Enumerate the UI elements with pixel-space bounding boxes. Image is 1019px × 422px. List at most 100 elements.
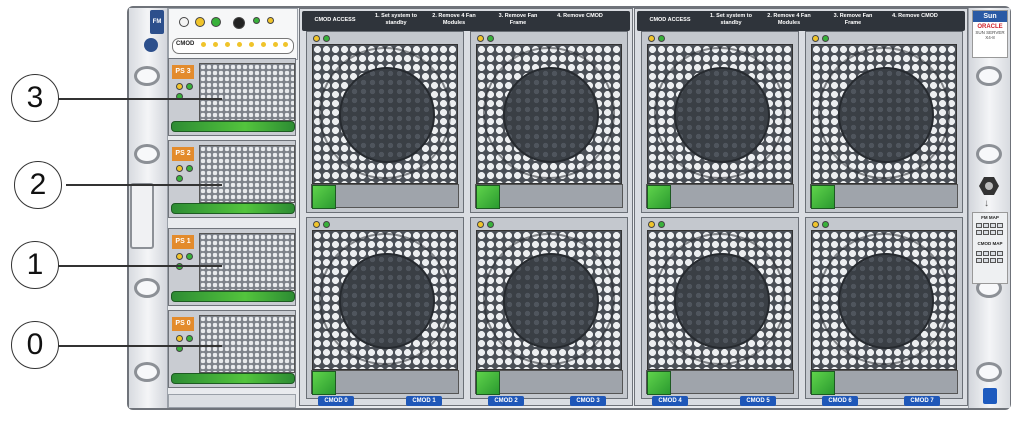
intel-logo-icon <box>983 388 997 404</box>
fan-hub-icon <box>339 67 435 163</box>
psu-status-leds <box>174 335 194 365</box>
fm-tab: FM <box>150 10 164 34</box>
fan-module[interactable] <box>641 217 799 399</box>
fan-handle[interactable] <box>311 184 459 209</box>
fm-cmod-map-panel: FM MAP CMOD MAP <box>972 212 1008 284</box>
cmod-access-step: 1. Set system to standby <box>375 13 417 26</box>
fan-handle[interactable] <box>810 184 958 209</box>
psu-status-leds <box>174 165 194 195</box>
fan-hub-icon <box>674 253 770 349</box>
sun-logo: Sun <box>973 11 1007 22</box>
callout-leader-line <box>58 265 222 267</box>
locator-icon <box>144 38 158 52</box>
fan-latch[interactable] <box>811 185 835 209</box>
power-supply-3[interactable]: PS 3 <box>168 58 296 136</box>
psu-handle[interactable] <box>171 373 295 384</box>
cmod-access-step: 1. Set system to standby <box>710 13 752 26</box>
callout-leader-line <box>58 98 222 100</box>
fan-hub-icon <box>503 253 599 349</box>
fan-handle[interactable] <box>646 370 794 395</box>
fan-module[interactable] <box>805 217 963 399</box>
fan-module[interactable] <box>306 217 464 399</box>
callout-2: 2 <box>14 161 62 209</box>
cmod-led-icon <box>249 42 254 47</box>
model-name: SUN SERVER X4-8 <box>975 30 1005 40</box>
fan-latch[interactable] <box>476 185 500 209</box>
sp-led-icon <box>253 17 260 24</box>
fan-handle[interactable] <box>475 370 623 395</box>
cmod-label: CMOD 3 <box>570 396 606 406</box>
fan-handle[interactable] <box>475 184 623 209</box>
cmod-led-icon <box>273 42 278 47</box>
cmod-label: CMOD 1 <box>406 396 442 406</box>
fan-hub-icon <box>503 67 599 163</box>
psu-handle[interactable] <box>171 203 295 214</box>
fan-latch[interactable] <box>312 185 336 209</box>
cmod-access-step: 4. Remove CMOD <box>892 13 938 19</box>
cmod-led-icon <box>261 42 266 47</box>
cmod-access-title: CMOD ACCESS <box>314 17 356 23</box>
fan-module[interactable] <box>805 31 963 213</box>
power-supply-1[interactable]: PS 1 <box>168 228 296 306</box>
cmod-access-step: 3. Remove Fan Frame <box>833 13 873 26</box>
cmod-label: CMOD 5 <box>740 396 776 406</box>
power-button-icon[interactable] <box>233 17 245 29</box>
cmod-label: CMOD 6 <box>822 396 858 406</box>
fan-hub-icon <box>339 253 435 349</box>
cmod-access-step: 4. Remove CMOD <box>557 13 603 19</box>
fan-hub-icon <box>838 253 934 349</box>
cmod-strip-label: CMOD <box>176 41 195 47</box>
cmod-led-icon <box>237 42 242 47</box>
fan-hub-icon <box>674 67 770 163</box>
fan-module[interactable] <box>470 217 628 399</box>
psu-grille <box>199 233 295 291</box>
psu-label: PS 2 <box>172 147 194 161</box>
cmod-led-icon <box>201 42 206 47</box>
psu-handle[interactable] <box>171 121 295 132</box>
cmod-label: CMOD 4 <box>652 396 688 406</box>
rack-slot-icon <box>134 66 160 86</box>
fan-latch[interactable] <box>312 371 336 395</box>
callout-leader-line <box>66 184 222 186</box>
fan-hub-icon <box>838 67 934 163</box>
cmod-access-step: 2. Remove 4 Fan Modules <box>767 13 811 26</box>
callout-leader-line <box>58 345 222 347</box>
psu-grille <box>199 63 295 121</box>
brand-badge: Sun ORACLE SUN SERVER X4-8 <box>972 10 1008 58</box>
locate-led-icon[interactable] <box>179 17 189 27</box>
fan-module[interactable] <box>470 31 628 213</box>
power-supply-2[interactable]: PS 2 <box>168 140 296 218</box>
fan-handle[interactable] <box>646 184 794 209</box>
fan-latch[interactable] <box>647 185 671 209</box>
rack-slot-icon <box>976 362 1002 382</box>
cmod-label: CMOD 0 <box>318 396 354 406</box>
cmod-led-strip: CMOD <box>172 38 294 54</box>
rack-slot-icon <box>134 144 160 164</box>
cmod-map-label: CMOD MAP <box>977 241 1003 246</box>
rack-slot-icon <box>134 362 160 382</box>
rack-slot-icon <box>976 144 1002 164</box>
fan-latch[interactable] <box>476 371 500 395</box>
power-supply-0[interactable]: PS 0 <box>168 310 296 388</box>
fan-module[interactable] <box>306 31 464 213</box>
fan-grille <box>476 230 622 370</box>
psu-status-leds <box>174 253 194 283</box>
cmod-led-icon <box>283 42 288 47</box>
psu-grille <box>199 315 295 373</box>
cmod-led-icon <box>225 42 230 47</box>
psu-label: PS 3 <box>172 65 194 79</box>
cmod-led-icon <box>213 42 218 47</box>
fan-group-right: CMOD ACCESS 1. Set system to standby 2. … <box>634 8 968 406</box>
psu-grille <box>199 145 295 203</box>
psu-label: PS 0 <box>172 317 194 331</box>
fan-module[interactable] <box>641 31 799 213</box>
fan-handle[interactable] <box>311 370 459 395</box>
cmod-access-bar: CMOD ACCESS 1. Set system to standby 2. … <box>302 11 630 31</box>
fan-handle[interactable] <box>810 370 958 395</box>
psu-handle[interactable] <box>171 291 295 302</box>
callout-0: 0 <box>11 321 59 369</box>
fan-latch[interactable] <box>647 371 671 395</box>
cmod-label: CMOD 7 <box>904 396 940 406</box>
fan-latch[interactable] <box>811 371 835 395</box>
callout-1: 1 <box>11 241 59 289</box>
